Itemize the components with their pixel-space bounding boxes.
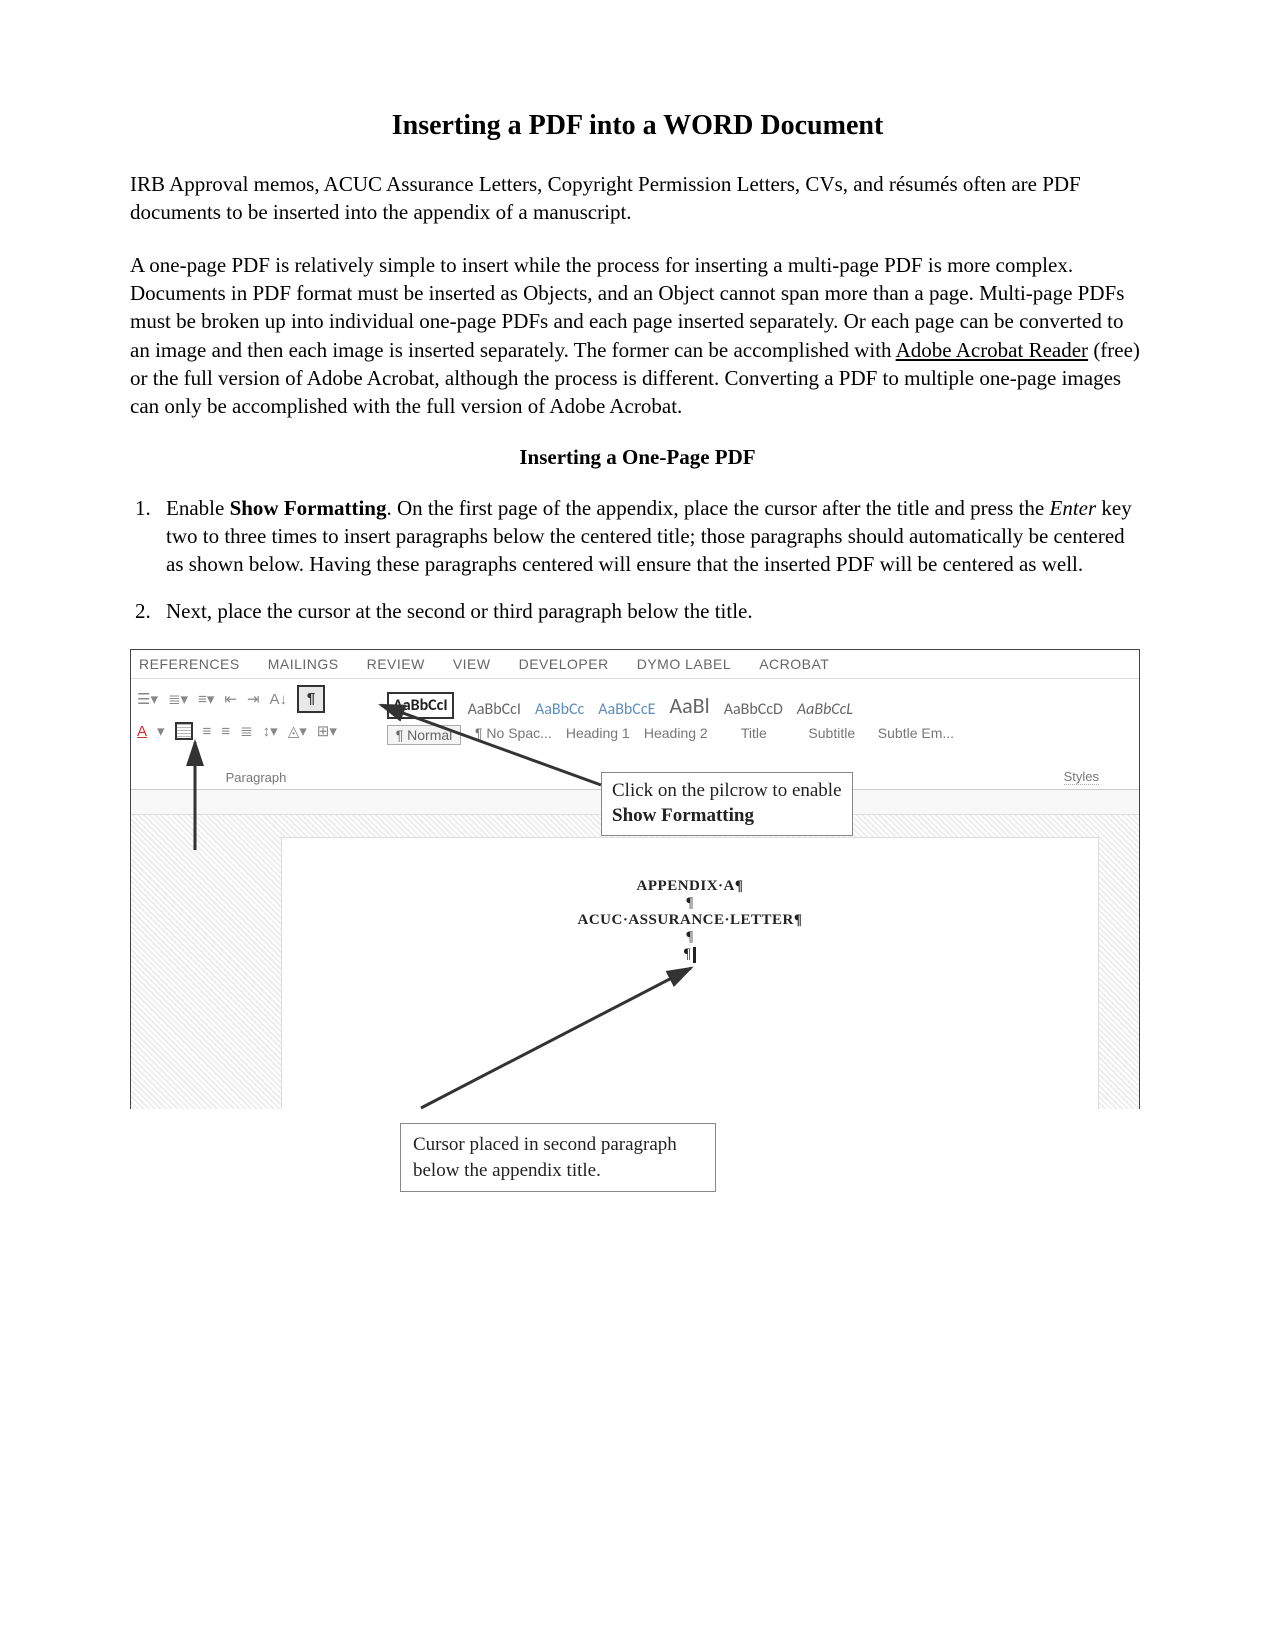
numbering-icon[interactable]: ≣▾: [168, 690, 188, 708]
tab-review[interactable]: REVIEW: [367, 656, 425, 672]
shading-icon[interactable]: ◬▾: [288, 722, 307, 740]
adobe-reader-link[interactable]: Adobe Acrobat Reader: [896, 338, 1088, 362]
align-right-icon[interactable]: ≡: [221, 723, 230, 740]
callout1-text-b: Show Formatting: [612, 805, 754, 826]
style-preview-normal[interactable]: AaBbCcI: [387, 692, 454, 719]
ribbon-tabs: REFERENCES MAILINGS REVIEW VIEW DEVELOPE…: [131, 650, 1139, 679]
intro-para-2: A one-page PDF is relatively simple to i…: [130, 251, 1145, 421]
style-preview-title[interactable]: AaBl: [669, 692, 709, 719]
style-preview-heading2[interactable]: AaBbCcE: [598, 700, 655, 719]
style-name-subtitle[interactable]: Subtitle: [800, 725, 864, 745]
bullets-icon[interactable]: ☰▾: [137, 690, 158, 708]
align-center-icon[interactable]: ≡: [203, 723, 212, 740]
step-1: Enable Show Formatting. On the first pag…: [156, 494, 1145, 579]
section-heading-one-page: Inserting a One-Page PDF: [130, 445, 1145, 470]
paragraph-group: ☰▾ ≣▾ ≡▾ ⇤ ⇥ A↓ ¶ A▾ ≡ ≡ ≣ ↕▾: [131, 679, 381, 789]
screenshot-figure: REFERENCES MAILINGS REVIEW VIEW DEVELOPE…: [130, 649, 1140, 1192]
callout-cursor: Cursor placed in second paragraph below …: [400, 1123, 716, 1192]
decrease-indent-icon[interactable]: ⇤: [224, 690, 237, 708]
doc-pilcrow-2: ¶: [282, 929, 1098, 946]
style-name-subtle-em[interactable]: Subtle Em...: [878, 725, 954, 745]
doc-pilcrow-1: ¶: [282, 895, 1098, 912]
style-previews: AaBbCcI AaBbCcI AaBbCc AaBbCcE AaBl AaBb…: [387, 685, 1133, 721]
style-preview-heading1[interactable]: AaBbCc: [535, 700, 584, 719]
steps-list: Enable Show Formatting. On the first pag…: [130, 494, 1145, 625]
increase-indent-icon[interactable]: ⇥: [247, 690, 260, 708]
step1-italic: Enter: [1050, 496, 1097, 520]
page-title: Inserting a PDF into a WORD Document: [130, 110, 1145, 142]
step-2: Next, place the cursor at the second or …: [156, 597, 1145, 625]
tab-dymo[interactable]: DYMO Label: [637, 656, 731, 672]
callout-pilcrow: Click on the pilcrow to enable Show Form…: [601, 772, 853, 835]
styles-group-label: Styles: [1064, 769, 1099, 785]
text-cursor: [693, 947, 696, 963]
style-name-title[interactable]: Title: [722, 725, 786, 745]
paragraph-group-label: Paragraph: [131, 770, 381, 785]
step1-a: Enable: [166, 496, 230, 520]
callout1-text-a: Click on the pilcrow to enable: [612, 780, 842, 801]
intro-para-1: IRB Approval memos, ACUC Assurance Lette…: [130, 170, 1145, 227]
tab-view[interactable]: VIEW: [453, 656, 491, 672]
tab-acrobat[interactable]: ACROBAT: [759, 656, 829, 672]
align-left-icon[interactable]: [175, 722, 193, 740]
style-name-heading1[interactable]: Heading 1: [566, 725, 630, 745]
document-page[interactable]: APPENDIX·A¶ ¶ ACUC·ASSURANCE·LETTER¶ ¶ ¶: [281, 837, 1099, 1109]
justify-icon[interactable]: ≣: [240, 722, 253, 740]
document-area: APPENDIX·A¶ ¶ ACUC·ASSURANCE·LETTER¶ ¶ ¶: [131, 815, 1139, 1109]
multilevel-icon[interactable]: ≡▾: [198, 690, 214, 708]
doc-cursor-line: ¶: [282, 946, 1098, 963]
font-color-icon[interactable]: A: [137, 723, 147, 740]
style-name-heading2[interactable]: Heading 2: [644, 725, 708, 745]
show-formatting-button[interactable]: ¶: [297, 685, 325, 713]
style-names: ¶ Normal ¶ No Spac... Heading 1 Heading …: [387, 721, 1133, 745]
doc-line-appendix: APPENDIX·A¶: [282, 878, 1098, 895]
style-preview-nospacing[interactable]: AaBbCcI: [468, 700, 521, 719]
step1-bold: Show Formatting: [230, 496, 387, 520]
borders-icon[interactable]: ⊞▾: [317, 722, 337, 740]
word-ribbon-screenshot: REFERENCES MAILINGS REVIEW VIEW DEVELOPE…: [130, 649, 1140, 1109]
tab-mailings[interactable]: MAILINGS: [268, 656, 339, 672]
step1-b: . On the first page of the appendix, pla…: [386, 496, 1049, 520]
style-name-nospacing[interactable]: ¶ No Spac...: [475, 725, 552, 745]
doc-line-acuc: ACUC·ASSURANCE·LETTER¶: [282, 912, 1098, 929]
style-name-normal[interactable]: ¶ Normal: [387, 725, 461, 745]
style-preview-subtitle[interactable]: AaBbCcD: [724, 700, 783, 719]
tab-references[interactable]: REFERENCES: [139, 656, 240, 672]
sort-icon[interactable]: A↓: [270, 691, 288, 708]
line-spacing-icon[interactable]: ↕▾: [263, 722, 278, 740]
tab-developer[interactable]: DEVELOPER: [519, 656, 609, 672]
style-preview-subtle-em[interactable]: AaBbCcL: [797, 700, 853, 719]
